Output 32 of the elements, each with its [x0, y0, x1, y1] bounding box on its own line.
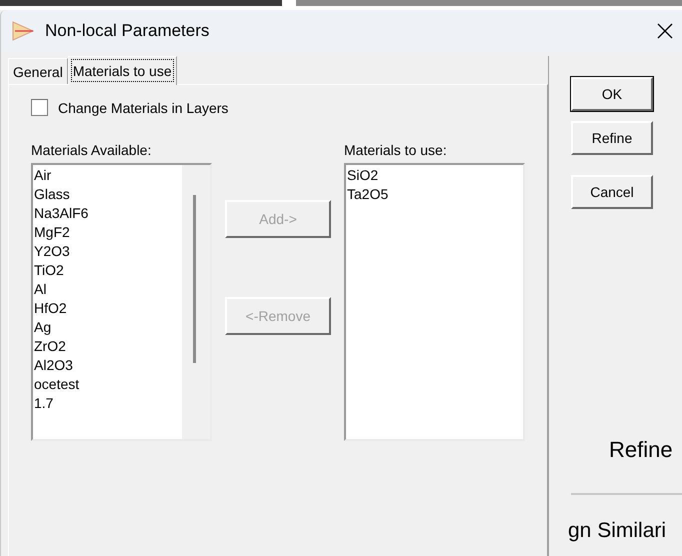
dialog-button[interactable]: Cancel	[571, 175, 653, 209]
list-item[interactable]: Ta2O5	[347, 185, 523, 204]
list-item[interactable]: Al2O3	[34, 356, 182, 375]
list-item[interactable]: Ag	[34, 318, 182, 337]
materials-listbox[interactable]: Air Glass Na3AlF6 MgF2 Y2O3 TiO2 Al HfO2 Ag ZrO2 Al2O3 ocetest 1.7	[31, 163, 212, 441]
checkbox[interactable]	[31, 99, 48, 116]
list-item[interactable]: HfO2	[34, 299, 182, 318]
close-icon	[657, 23, 673, 39]
list-item[interactable]: ZrO2	[34, 337, 182, 356]
scrollbar-drawing[interactable]	[182, 165, 210, 439]
app-icon	[11, 20, 35, 42]
dialog-button[interactable]: Refine	[571, 121, 653, 155]
dialog-button[interactable]: OK	[571, 77, 653, 111]
background-heading: Refine	[608, 437, 674, 463]
materials-listbox[interactable]: SiO2 Ta2O5	[344, 163, 525, 441]
list-item[interactable]: Glass	[34, 185, 182, 204]
tab[interactable]: Materials to use	[68, 56, 177, 85]
list-item[interactable]: Y2O3	[34, 242, 182, 261]
list-item[interactable]: TiO2	[34, 261, 182, 280]
list-item[interactable]: 1.7	[34, 394, 182, 413]
background-text: gn Similari	[568, 519, 668, 543]
tab[interactable]: General	[8, 58, 68, 84]
list-label: Materials Available:	[31, 142, 152, 160]
list-item[interactable]: Al	[34, 280, 182, 299]
checkbox-label[interactable]: Change Materials in Layers	[58, 100, 228, 116]
window-title: Non-local Parameters	[45, 21, 210, 41]
list-item[interactable]: Air	[34, 166, 182, 185]
list-item[interactable]: ocetest	[34, 375, 182, 394]
list-label: Materials to use:	[344, 142, 448, 160]
list-item[interactable]: SiO2	[347, 166, 523, 185]
list-item[interactable]: MgF2	[34, 223, 182, 242]
list-item[interactable]: Na3AlF6	[34, 204, 182, 223]
